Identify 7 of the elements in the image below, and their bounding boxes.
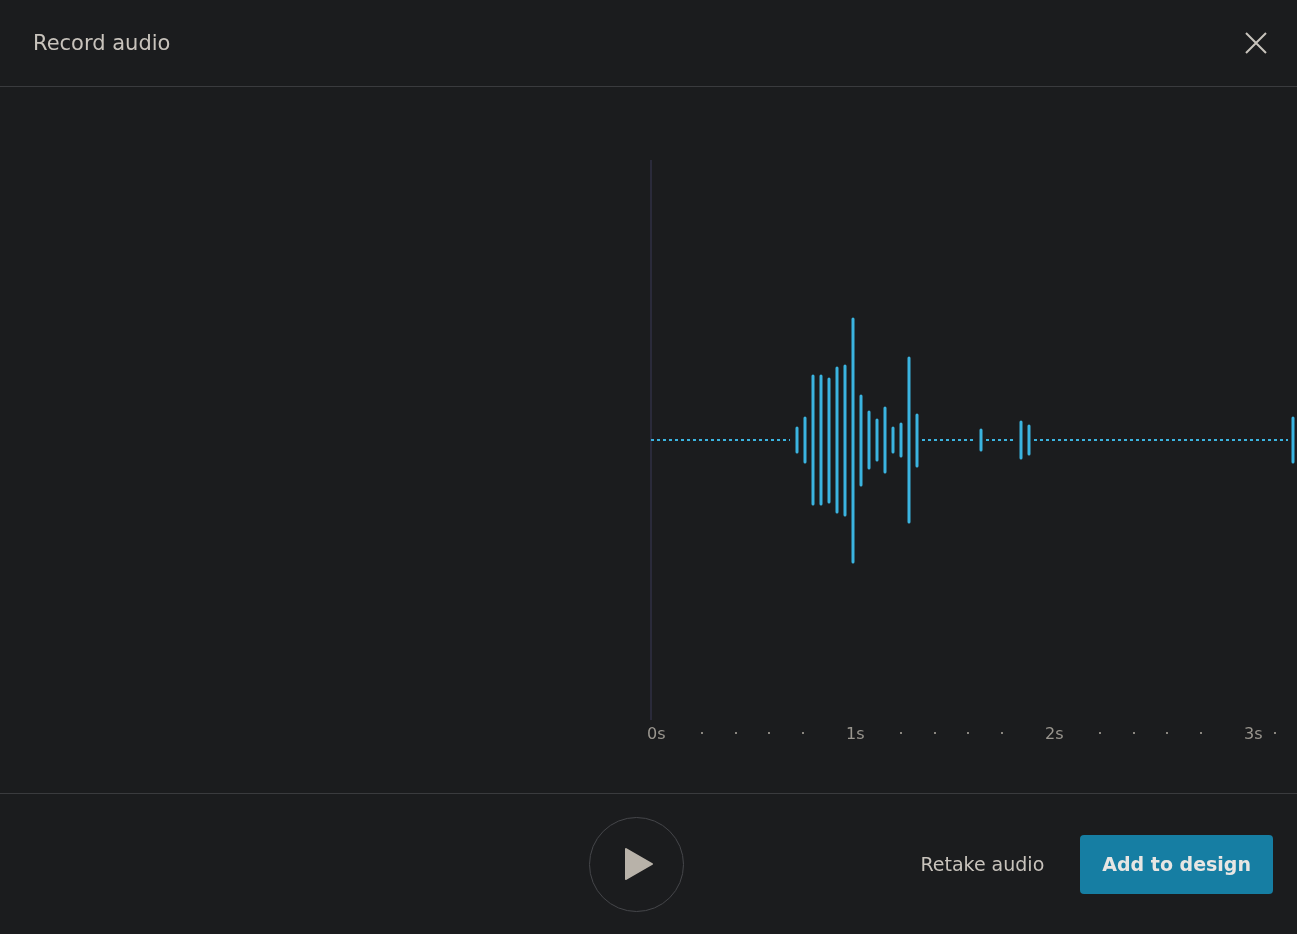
dialog-title: Record audio — [33, 31, 171, 55]
retake-audio-button[interactable]: Retake audio — [920, 853, 1045, 875]
time-label: 2s — [1045, 723, 1065, 743]
time-label: 3s — [1244, 723, 1264, 743]
time-label: 0s — [647, 723, 667, 743]
time-label: 1s — [846, 723, 866, 743]
add-to-design-button[interactable]: Add to design — [1080, 834, 1273, 894]
